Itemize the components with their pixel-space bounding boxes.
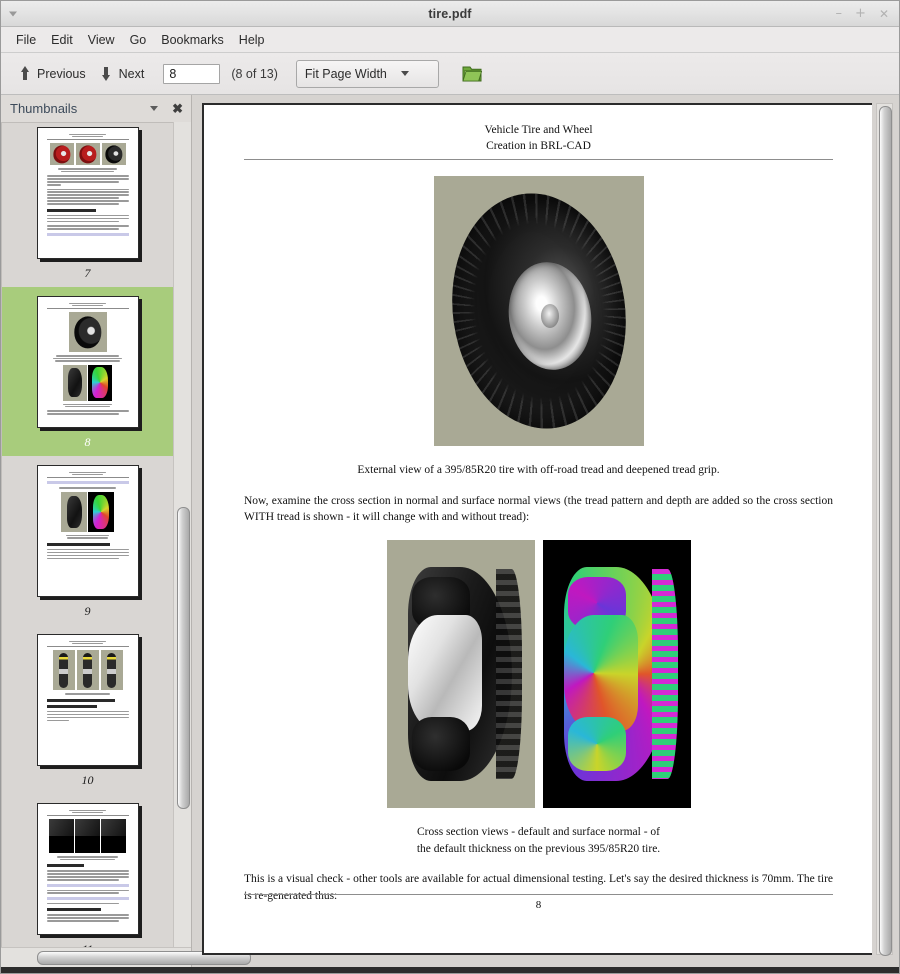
figure-cross-default — [387, 540, 535, 808]
page-scroll-area[interactable]: Vehicle Tire and Wheel Creation in BRL-C… — [202, 103, 872, 955]
zoom-mode-value: Fit Page Width — [305, 67, 387, 81]
figure-cross-caption-line1: Cross section views - default and surfac… — [244, 824, 833, 841]
previous-page-button[interactable]: Previous — [11, 62, 93, 85]
menu-item-help[interactable]: Help — [232, 30, 272, 50]
menu-item-go[interactable]: Go — [123, 30, 154, 50]
figure-cross-sections — [244, 540, 833, 808]
toolbar: Previous Next (8 of 13) Fit Page Width — [1, 53, 899, 95]
previous-page-label: Previous — [37, 67, 86, 81]
window-controls: – + ✕ — [836, 1, 889, 26]
window-title: tire.pdf — [428, 7, 471, 21]
arrow-up-icon — [18, 66, 31, 81]
pdf-viewer-window: tire.pdf – + ✕ File Edit View Go Bookmar… — [0, 0, 900, 974]
thumbnail-page-preview — [37, 127, 139, 259]
thumbnail-item-7[interactable]: 7 — [2, 122, 173, 287]
sidebar-horizontal-scrollbar[interactable] — [1, 947, 191, 967]
thumbnail-item-10[interactable]: 10 — [2, 625, 173, 794]
arrow-down-icon — [100, 66, 113, 81]
window-menu-icon[interactable] — [9, 11, 17, 16]
thumbnail-label: 7 — [85, 266, 91, 281]
menu-bar: File Edit View Go Bookmarks Help — [1, 27, 899, 53]
document-viewer: Vehicle Tire and Wheel Creation in BRL-C… — [192, 95, 899, 967]
minimize-icon[interactable]: – — [836, 7, 843, 20]
thumbnail-page-preview — [37, 296, 139, 428]
thumbnail-label: 8 — [85, 435, 91, 450]
thumbnail-item-9[interactable]: 9 — [2, 456, 173, 625]
document-header-line2: Creation in BRL-CAD — [244, 139, 833, 155]
paragraph-1: Now, examine the cross section in normal… — [244, 493, 833, 526]
viewer-bottom-spacer — [192, 955, 899, 967]
menu-item-view[interactable]: View — [81, 30, 122, 50]
page-vertical-scrollbar[interactable] — [876, 103, 893, 955]
thumbnail-list[interactable]: 7 — [1, 122, 173, 947]
menu-item-bookmarks[interactable]: Bookmarks — [154, 30, 231, 50]
cross-section-icon — [402, 563, 520, 785]
surface-normal-icon — [558, 563, 676, 785]
sidebar-header: Thumbnails ✖ — [1, 95, 191, 122]
chevron-down-icon[interactable] — [150, 106, 158, 111]
window-body: Thumbnails ✖ — [1, 95, 899, 967]
sidebar-scroll-area: 7 — [1, 122, 191, 947]
next-page-button[interactable]: Next — [93, 62, 152, 85]
page-count-label: (8 of 13) — [231, 67, 278, 81]
figure-cross-caption: Cross section views - default and surfac… — [244, 824, 833, 857]
sidebar-vertical-scrollbar[interactable] — [173, 122, 191, 947]
thumbnail-label: 9 — [85, 604, 91, 619]
sidebar-scrollbar-thumb[interactable] — [177, 507, 190, 809]
figure-cross-surface-normal — [543, 540, 691, 808]
page-number-input[interactable] — [163, 64, 220, 84]
figure-main-caption: External view of a 395/85R20 tire with o… — [244, 462, 833, 479]
footer-rule — [244, 894, 833, 895]
maximize-icon[interactable]: + — [855, 7, 866, 20]
open-file-button[interactable] — [459, 62, 485, 86]
document-header-line1: Vehicle Tire and Wheel — [244, 123, 833, 139]
chevron-down-icon — [401, 71, 409, 76]
menu-item-edit[interactable]: Edit — [44, 30, 80, 50]
menu-item-file[interactable]: File — [9, 30, 43, 50]
document-footer: 8 — [244, 894, 833, 911]
thumbnail-page-preview — [37, 465, 139, 597]
pdf-page: Vehicle Tire and Wheel Creation in BRL-C… — [202, 103, 872, 955]
thumbnails-sidebar: Thumbnails ✖ — [1, 95, 192, 967]
tire-render-icon — [445, 187, 633, 435]
folder-icon — [462, 65, 482, 83]
close-icon[interactable]: ✖ — [172, 102, 183, 115]
thumbnail-item-11[interactable]: 11 — [2, 794, 173, 947]
thumbnail-item-8[interactable]: 8 — [2, 287, 173, 456]
sidebar-title: Thumbnails — [10, 101, 150, 116]
title-bar: tire.pdf – + ✕ — [1, 1, 899, 27]
thumbnail-page-preview — [37, 803, 139, 935]
thumbnail-page-preview — [37, 634, 139, 766]
next-page-label: Next — [119, 67, 145, 81]
zoom-mode-select[interactable]: Fit Page Width — [296, 60, 439, 88]
document-header: Vehicle Tire and Wheel Creation in BRL-C… — [244, 123, 833, 154]
close-icon[interactable]: ✕ — [879, 8, 889, 20]
status-bar — [1, 967, 899, 973]
page-scrollbar-thumb[interactable] — [879, 106, 892, 956]
header-rule — [244, 159, 833, 160]
thumbnail-label: 10 — [82, 773, 94, 788]
figure-cross-caption-line2: the default thickness on the previous 39… — [244, 841, 833, 858]
footer-page-number: 8 — [244, 899, 833, 911]
figure-tire-external — [434, 176, 644, 446]
